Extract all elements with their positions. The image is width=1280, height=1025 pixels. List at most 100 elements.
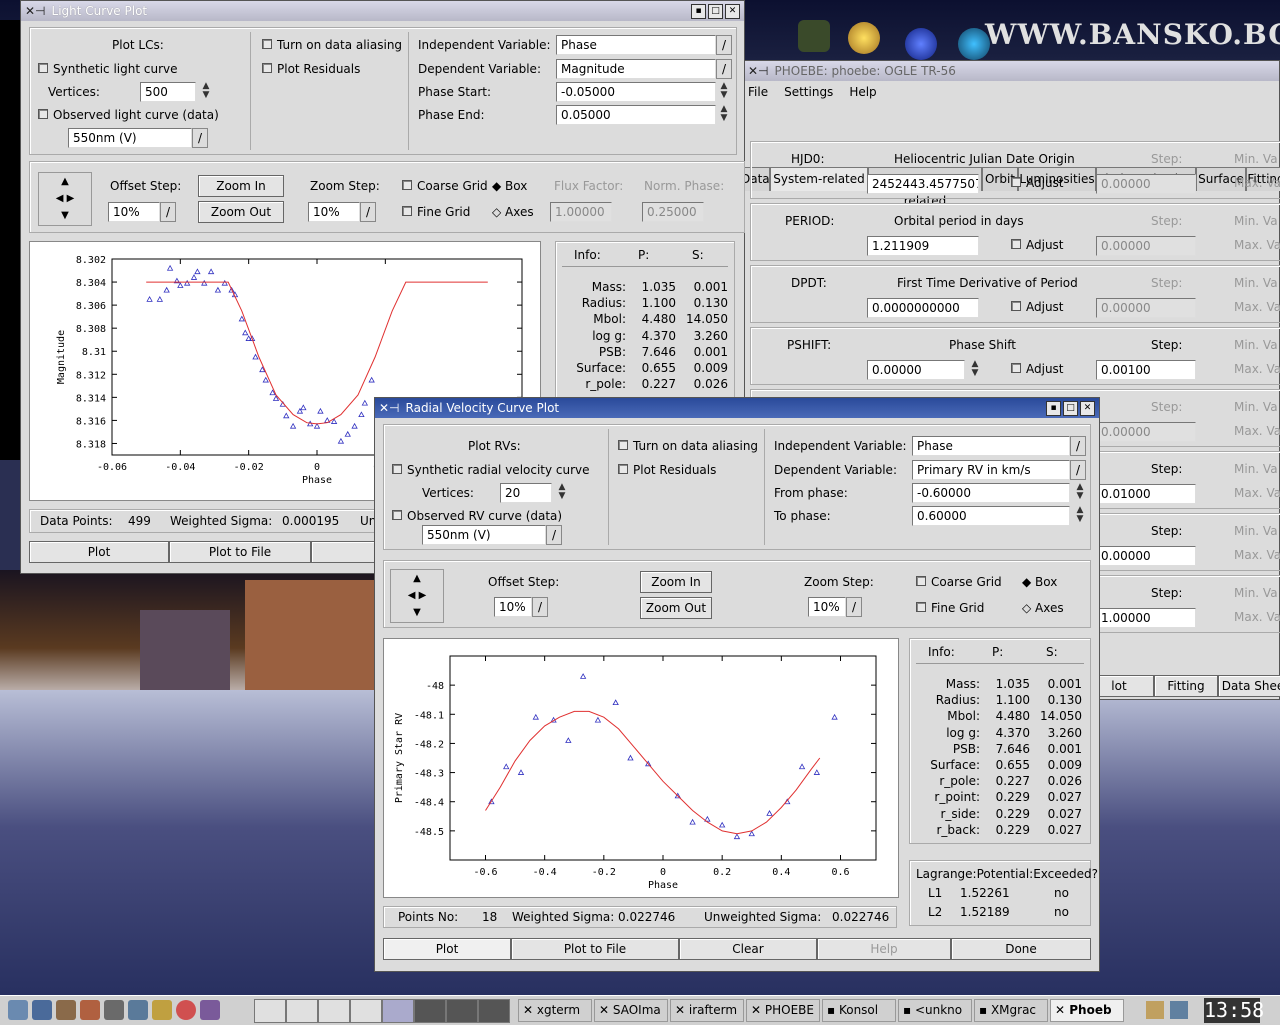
spin-icon[interactable]: ▲ ▼: [969, 360, 981, 380]
coarse-grid-checkbox[interactable]: Coarse Grid: [916, 575, 1002, 589]
close-icon[interactable]: ✕: [725, 3, 740, 19]
residuals-checkbox[interactable]: Plot Residuals: [618, 463, 716, 477]
sun-icon[interactable]: [848, 22, 880, 54]
help-button[interactable]: Help: [817, 938, 951, 960]
spin-icon[interactable]: ▲ ▼: [200, 82, 212, 102]
dropdown-icon[interactable]: /: [716, 59, 732, 79]
flux-factor-input[interactable]: 1.00000: [550, 202, 612, 222]
calendar-icon[interactable]: [1170, 1001, 1188, 1019]
from-phase-input[interactable]: -0.60000: [912, 483, 1070, 503]
dpdt-value-input[interactable]: 0.0000000000: [867, 298, 979, 318]
step-input[interactable]: 1.00000: [1096, 608, 1196, 628]
terminal-window-edge[interactable]: [0, 20, 20, 460]
rv-plot-area[interactable]: -0.6 -0.4 -0.2 0 0.2 0.4 0.6 -48 -48.1 -48.2 -48.3…: [383, 638, 899, 898]
clock[interactable]: 13:58: [1204, 998, 1264, 1023]
desktop-3[interactable]: [318, 999, 350, 1023]
dropdown-icon[interactable]: /: [1070, 460, 1086, 480]
desktop-7[interactable]: [446, 999, 478, 1023]
dropdown-icon[interactable]: /: [546, 525, 562, 545]
phase-end-input[interactable]: 0.05000: [556, 105, 716, 125]
search-icon[interactable]: [128, 1000, 148, 1020]
phoebe-titlebar[interactable]: ✕⊣ PHOEBE: phoebe: OGLE TR-56: [744, 61, 1279, 81]
minimize-icon[interactable]: ▪: [691, 3, 706, 19]
zoom-in-button[interactable]: Zoom In: [640, 571, 712, 593]
lc-titlebar[interactable]: ✕⊣ Light Curve Plot ▪ □ ✕: [21, 1, 744, 21]
box-radio[interactable]: ◆ Box: [1022, 575, 1057, 589]
hjd0-value-input[interactable]: 2452443.4577507: [867, 174, 979, 194]
fine-grid-checkbox[interactable]: Fine Grid: [402, 205, 470, 219]
spin-icon[interactable]: ▲ ▼: [718, 82, 730, 102]
edit-icon[interactable]: [152, 1000, 172, 1020]
norm-phase-input[interactable]: 0.25000: [642, 202, 704, 222]
pan-arrows-icon[interactable]: ▲ ◀ ▶ ▼: [390, 569, 444, 623]
residuals-checkbox[interactable]: Plot Residuals: [262, 62, 360, 76]
plot-to-file-button[interactable]: Plot to File: [511, 938, 679, 960]
tools-icon[interactable]: [104, 1000, 124, 1020]
dep-var-select[interactable]: Primary RV in km/s: [912, 460, 1070, 480]
desktop-8[interactable]: [478, 999, 510, 1023]
zoom-step-select[interactable]: 10%: [808, 597, 846, 617]
dropdown-icon[interactable]: /: [716, 35, 732, 55]
step-input[interactable]: 0.00100: [1096, 360, 1196, 380]
plot-button[interactable]: Plot: [383, 938, 511, 960]
dropdown-icon[interactable]: /: [1070, 436, 1086, 456]
vertices-input[interactable]: 20: [500, 483, 552, 503]
step-input[interactable]: 0.00000: [1096, 298, 1196, 318]
pan-arrows-icon[interactable]: ▲ ◀ ▶ ▼: [38, 172, 92, 226]
offset-step-select[interactable]: 10%: [494, 597, 532, 617]
maximize-icon[interactable]: □: [1063, 400, 1078, 416]
to-phase-input[interactable]: 0.60000: [912, 506, 1070, 526]
gimp-icon[interactable]: [798, 20, 830, 52]
adjust-checkbox[interactable]: Adjust: [1011, 300, 1064, 314]
klipper-icon[interactable]: [1146, 1001, 1164, 1019]
dropdown-icon[interactable]: /: [160, 202, 176, 222]
synthetic-lc-checkbox[interactable]: Synthetic light curve: [38, 62, 178, 76]
box-radio[interactable]: ◆ Box: [492, 179, 527, 193]
menu-settings[interactable]: Settings: [784, 81, 833, 103]
close-icon[interactable]: ✕: [1080, 400, 1095, 416]
home-icon[interactable]: [56, 1000, 76, 1020]
plot-button[interactable]: Plot: [29, 541, 169, 563]
zoom-step-select[interactable]: 10%: [308, 202, 360, 222]
data-sheet-button[interactable]: Data Shee: [1218, 675, 1280, 697]
plot-to-file-button[interactable]: Plot to File: [169, 541, 311, 563]
kde-menu-icon[interactable]: [8, 1000, 28, 1020]
desktop-2[interactable]: [286, 999, 318, 1023]
spin-icon[interactable]: ▲ ▼: [1074, 506, 1086, 526]
indep-var-select[interactable]: Phase: [556, 35, 716, 55]
clear-button[interactable]: Clear: [679, 938, 817, 960]
help-icon[interactable]: [176, 1000, 196, 1020]
menu-file[interactable]: File: [748, 81, 768, 103]
step-input[interactable]: 0.00000: [1096, 236, 1196, 256]
fitting-button[interactable]: Fitting: [1154, 675, 1218, 697]
period-value-input[interactable]: 1.211909: [867, 236, 979, 256]
fine-grid-checkbox[interactable]: Fine Grid: [916, 601, 984, 615]
dep-var-select[interactable]: Magnitude: [556, 59, 716, 79]
task-phoebe[interactable]: ✕ PHOEBE: [746, 999, 820, 1022]
app-launcher-icon[interactable]: [32, 1000, 52, 1020]
observed-lc-checkbox[interactable]: Observed light curve (data): [38, 108, 219, 122]
globe-icon[interactable]: [958, 28, 990, 60]
step-input[interactable]: 0.00000: [1096, 422, 1196, 442]
house-icon[interactable]: [80, 1000, 100, 1020]
task-phoebe-active[interactable]: ✕ Phoeb: [1050, 999, 1124, 1022]
maximize-icon[interactable]: □: [708, 3, 723, 19]
task-xmgrace[interactable]: ▪ XMgrac: [974, 999, 1048, 1022]
dropdown-icon[interactable]: /: [192, 128, 208, 148]
passband-select[interactable]: 550nm (V): [422, 525, 546, 545]
passband-select[interactable]: 550nm (V): [68, 128, 192, 148]
done-button[interactable]: Done: [951, 938, 1091, 960]
aliasing-checkbox[interactable]: Turn on data aliasing: [262, 38, 402, 52]
adjust-checkbox[interactable]: Adjust: [1011, 176, 1064, 190]
desktop-1[interactable]: [254, 999, 286, 1023]
terminal-icon[interactable]: [200, 1000, 220, 1020]
indep-var-select[interactable]: Phase: [912, 436, 1070, 456]
step-input[interactable]: 0.00000: [1096, 174, 1196, 194]
pshift-value-input[interactable]: 0.00000: [867, 360, 965, 380]
mms-icon[interactable]: [905, 28, 937, 60]
menu-help[interactable]: Help: [849, 81, 876, 103]
offset-step-select[interactable]: 10%: [108, 202, 160, 222]
axes-radio[interactable]: ◇ Axes: [1022, 601, 1064, 615]
task-unknown[interactable]: ▪ <unkno: [898, 999, 972, 1022]
step-input[interactable]: 0.01000: [1096, 484, 1196, 504]
